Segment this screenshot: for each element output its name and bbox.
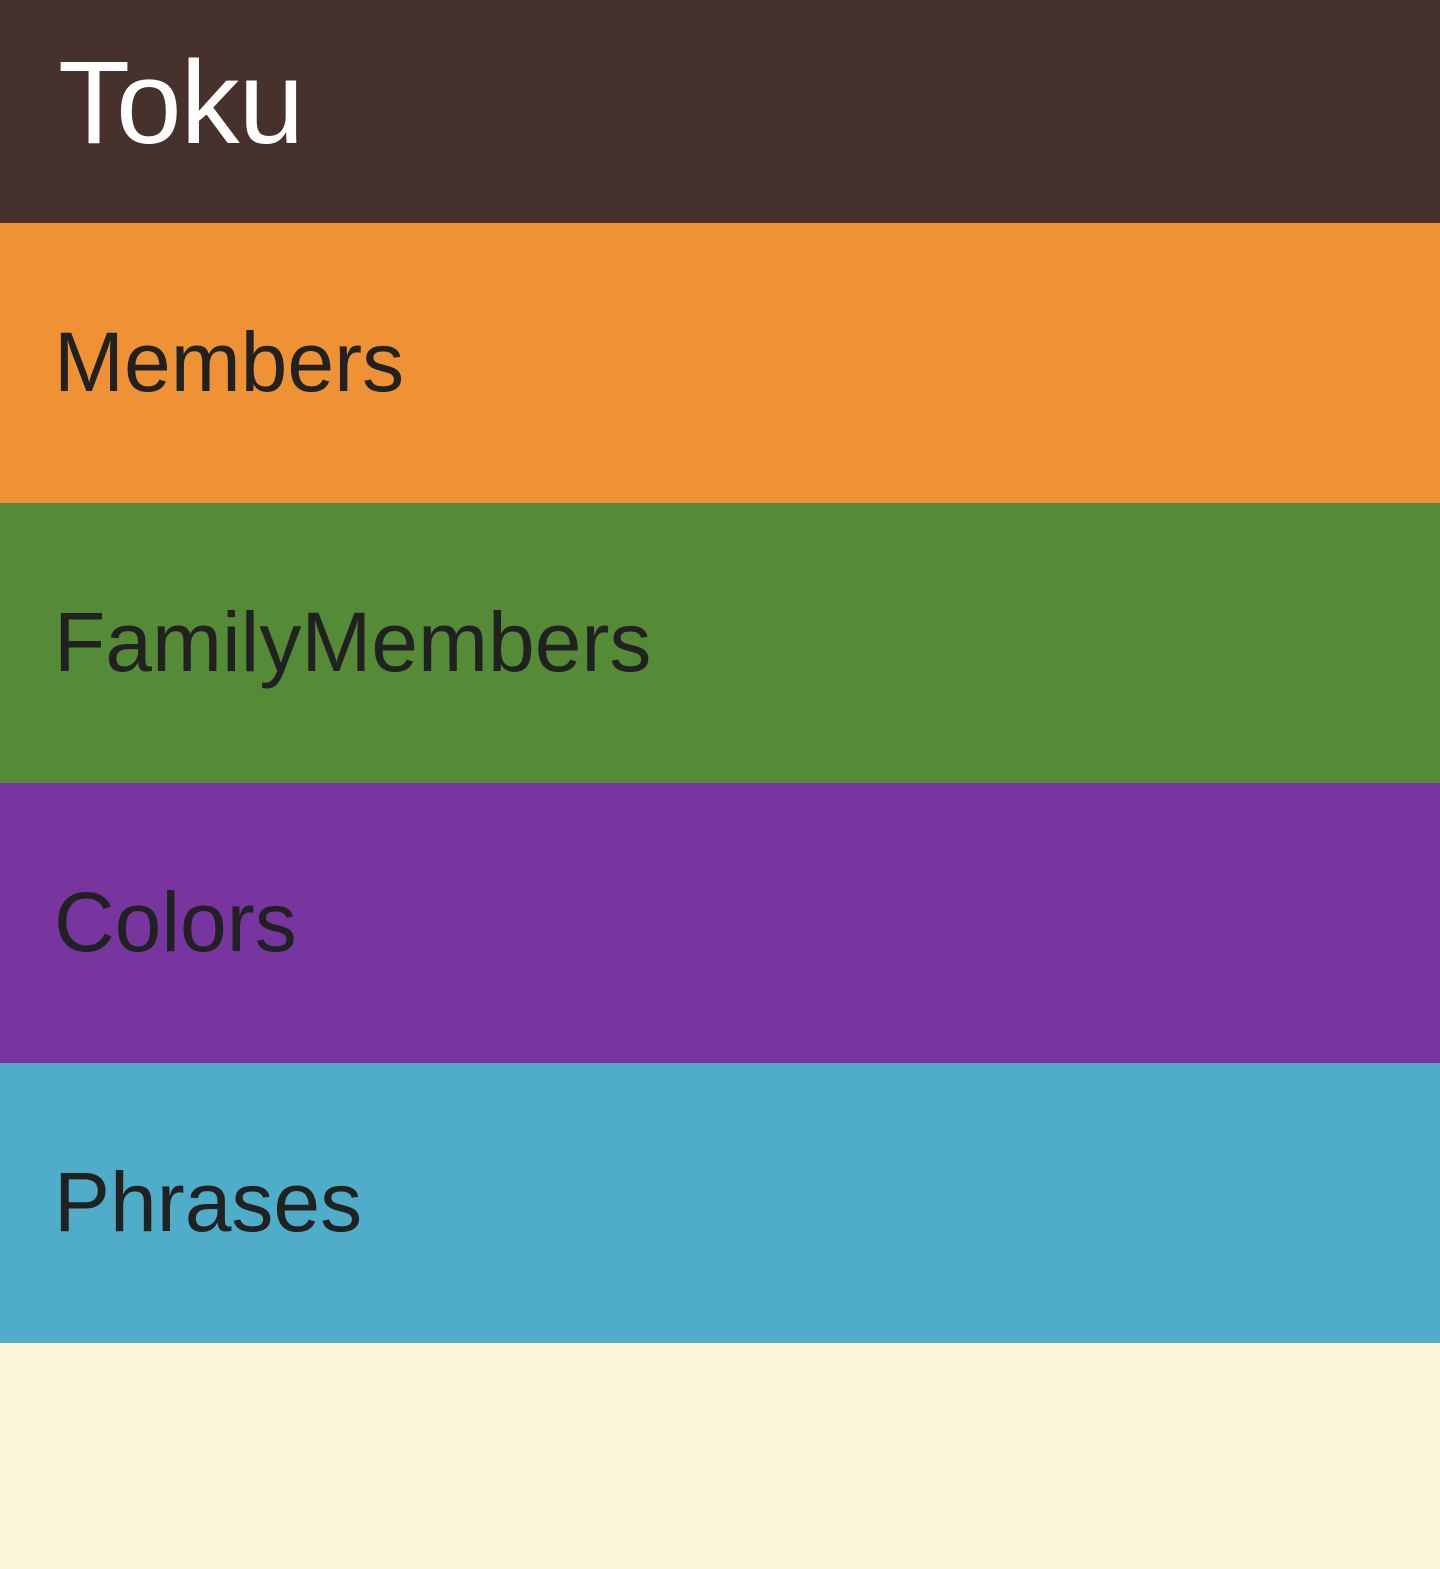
category-item-phrases[interactable]: Phrases (0, 1063, 1440, 1343)
category-label: Colors (54, 875, 297, 969)
app-bar: Toku (0, 0, 1440, 223)
category-list: Members FamilyMembers Colors Phrases (0, 223, 1440, 1343)
category-item-members[interactable]: Members (0, 223, 1440, 503)
empty-background (0, 1343, 1440, 1569)
app-title: Toku (58, 36, 304, 169)
category-label: FamilyMembers (54, 595, 652, 689)
category-item-colors[interactable]: Colors (0, 783, 1440, 1063)
category-item-family-members[interactable]: FamilyMembers (0, 503, 1440, 783)
category-label: Members (54, 315, 405, 409)
category-label: Phrases (54, 1155, 363, 1249)
app-screen: Toku Members FamilyMembers Colors Phrase… (0, 0, 1440, 1569)
